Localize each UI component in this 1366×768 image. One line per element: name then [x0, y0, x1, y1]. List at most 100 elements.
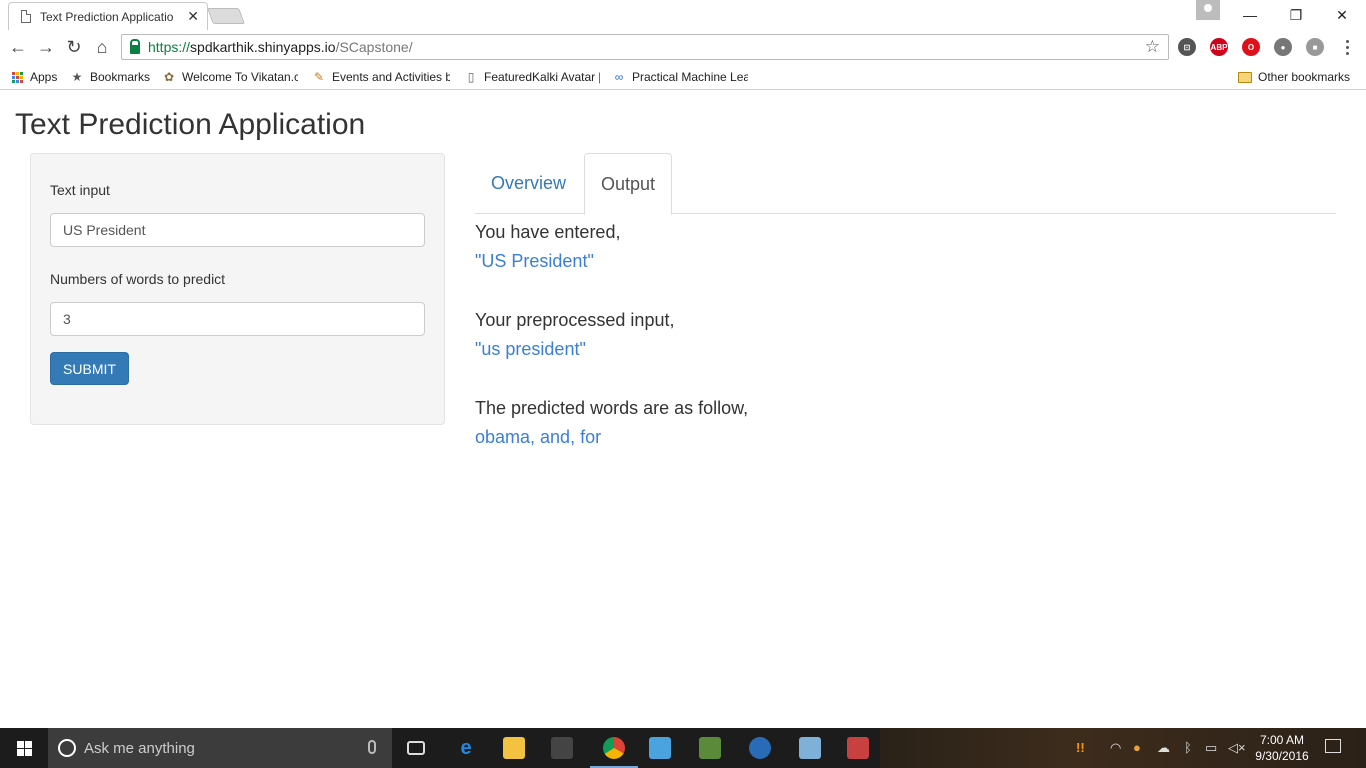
output-tabs: Overview Output: [475, 153, 1336, 215]
system-clock[interactable]: 7:00 AM 9/30/2016: [1250, 732, 1314, 764]
edge-icon[interactable]: e: [446, 732, 486, 764]
entered-label: You have entered,: [475, 222, 621, 242]
browser-tab[interactable]: Text Prediction Applicatio ✕: [8, 2, 208, 30]
media-player-glyph: [649, 737, 671, 759]
adblock-plus-icon[interactable]: ABP: [1210, 38, 1228, 56]
windows-taskbar: Ask me anything e !! ◠ ● ☁ ᛒ ▭ ◁× 7:00 A…: [0, 728, 1366, 768]
hp-glyph: [699, 737, 721, 759]
tab-output[interactable]: Output: [584, 153, 673, 215]
media-player-icon[interactable]: [640, 732, 680, 764]
words-count-field[interactable]: [50, 302, 425, 336]
cortana-icon: [58, 739, 76, 757]
extension-icon[interactable]: ■: [1306, 38, 1324, 56]
task-view-icon[interactable]: [396, 732, 436, 764]
battery-icon[interactable]: ▭: [1205, 740, 1217, 756]
file-explorer-glyph: [503, 737, 525, 759]
bookmark-events[interactable]: ✎ Events and Activities b: [312, 68, 450, 86]
bookmark-label: Events and Activities b: [332, 70, 450, 84]
tab-overview[interactable]: Overview: [475, 153, 582, 214]
bookmark-label: Bookmarks: [90, 70, 151, 84]
coursera-icon: ∞: [614, 70, 624, 84]
address-bar[interactable]: https:// spdkarthik.shinyapps.io /SCapst…: [121, 34, 1169, 60]
sidebar-panel: Text input Numbers of words to predict S…: [30, 153, 445, 425]
reload-button[interactable]: ↻: [62, 35, 86, 59]
entered-value: "US President": [475, 251, 594, 271]
words-count-label: Numbers of words to predict: [50, 271, 226, 287]
text-input-field[interactable]: [50, 213, 425, 247]
bookmark-bookmarks[interactable]: ★ Bookmarks: [70, 68, 156, 86]
snipping-tool-icon[interactable]: [838, 732, 878, 764]
search-placeholder: Ask me anything: [84, 739, 195, 757]
security-icon[interactable]: ●: [1133, 740, 1141, 755]
document-icon: [21, 10, 31, 23]
new-tab-button[interactable]: [207, 8, 245, 24]
wifi-icon[interactable]: ◠: [1110, 740, 1121, 756]
bookmark-label: Welcome To Vikatan.c: [182, 70, 298, 84]
bluetooth-icon[interactable]: ᛒ: [1184, 740, 1192, 755]
text-input-label: Text input: [50, 182, 110, 198]
predicted-label: The predicted words are as follow,: [475, 398, 749, 418]
onedrive-icon[interactable]: ☁: [1157, 740, 1170, 756]
windows-logo-icon: [16, 740, 32, 756]
browser-tabstrip: Text Prediction Applicatio ✕ — ❐ ✕: [0, 0, 1366, 30]
page-icon: ▯: [467, 70, 475, 84]
store-icon[interactable]: [542, 732, 582, 764]
r-glyph: [749, 737, 771, 759]
submit-button[interactable]: SUBMIT: [50, 352, 129, 385]
edge-glyph: e: [460, 736, 472, 759]
cast-icon[interactable]: ⊡: [1178, 38, 1196, 56]
bookmark-kalki[interactable]: ▯ FeaturedKalki Avatar [: [464, 68, 600, 86]
store-glyph: [551, 737, 573, 759]
bookmark-vikatan[interactable]: ✿ Welcome To Vikatan.c: [162, 68, 298, 86]
file-explorer-icon[interactable]: [494, 732, 534, 764]
notes-icon[interactable]: [790, 732, 830, 764]
minimize-button[interactable]: —: [1227, 0, 1273, 30]
star-icon: ★: [71, 70, 83, 84]
bookmark-label: Apps: [30, 70, 58, 84]
tab-title: Text Prediction Applicatio: [40, 9, 174, 24]
preprocessed-value: "us president": [475, 339, 586, 359]
r-icon[interactable]: [740, 732, 780, 764]
other-bookmarks-label: Other bookmarks: [1258, 70, 1351, 84]
start-button[interactable]: [0, 728, 48, 768]
tab-close-icon[interactable]: ✕: [187, 8, 199, 25]
notification-badge-icon[interactable]: !!: [1076, 740, 1085, 755]
close-window-button[interactable]: ✕: [1319, 0, 1365, 30]
chrome-glyph: [603, 737, 625, 759]
hp-icon[interactable]: [690, 732, 730, 764]
clock-date: 9/30/2016: [1255, 749, 1309, 763]
url-path: /SCapstone/: [335, 39, 413, 55]
back-button[interactable]: ←: [6, 35, 30, 59]
url-scheme: https://: [148, 39, 191, 55]
snipping-tool-glyph: [847, 737, 869, 759]
action-center-icon[interactable]: [1325, 739, 1341, 753]
lock-icon: [130, 38, 140, 54]
home-button[interactable]: ⌂: [90, 35, 114, 59]
other-bookmarks[interactable]: Other bookmarks: [1238, 68, 1356, 86]
bookmark-coursera[interactable]: ∞ Practical Machine Lea: [612, 68, 748, 86]
restore-button[interactable]: ❐: [1273, 0, 1319, 30]
url-host: spdkarthik.shinyapps.io: [190, 39, 336, 55]
notes-glyph: [799, 737, 821, 759]
page-title: Text Prediction Application: [15, 108, 366, 141]
folder-icon: [1238, 71, 1252, 83]
vikatan-icon: ✿: [163, 70, 175, 84]
opera-icon[interactable]: O: [1242, 38, 1260, 56]
browser-menu-icon[interactable]: [1343, 38, 1351, 56]
forward-button[interactable]: →: [34, 35, 58, 59]
bookmark-star-icon[interactable]: ☆: [1145, 37, 1160, 57]
chrome-icon[interactable]: [594, 732, 634, 764]
volume-muted-icon[interactable]: ◁×: [1228, 740, 1246, 756]
bookmarks-bar: Apps ★ Bookmarks ✿ Welcome To Vikatan.c …: [0, 64, 1366, 90]
predicted-value: obama, and, for: [475, 427, 602, 447]
globe-extension-icon[interactable]: ●: [1274, 38, 1292, 56]
bookmark-label: FeaturedKalki Avatar [: [484, 70, 600, 84]
clock-time: 7:00 AM: [1259, 733, 1305, 747]
events-icon: ✎: [313, 70, 325, 84]
cortana-search-box[interactable]: Ask me anything: [48, 728, 392, 768]
bookmark-apps[interactable]: Apps: [10, 68, 62, 86]
task-view-glyph: [407, 741, 425, 755]
preprocessed-label: Your preprocessed input,: [475, 310, 675, 330]
microphone-icon[interactable]: [368, 740, 376, 754]
profile-icon[interactable]: [1196, 0, 1220, 20]
